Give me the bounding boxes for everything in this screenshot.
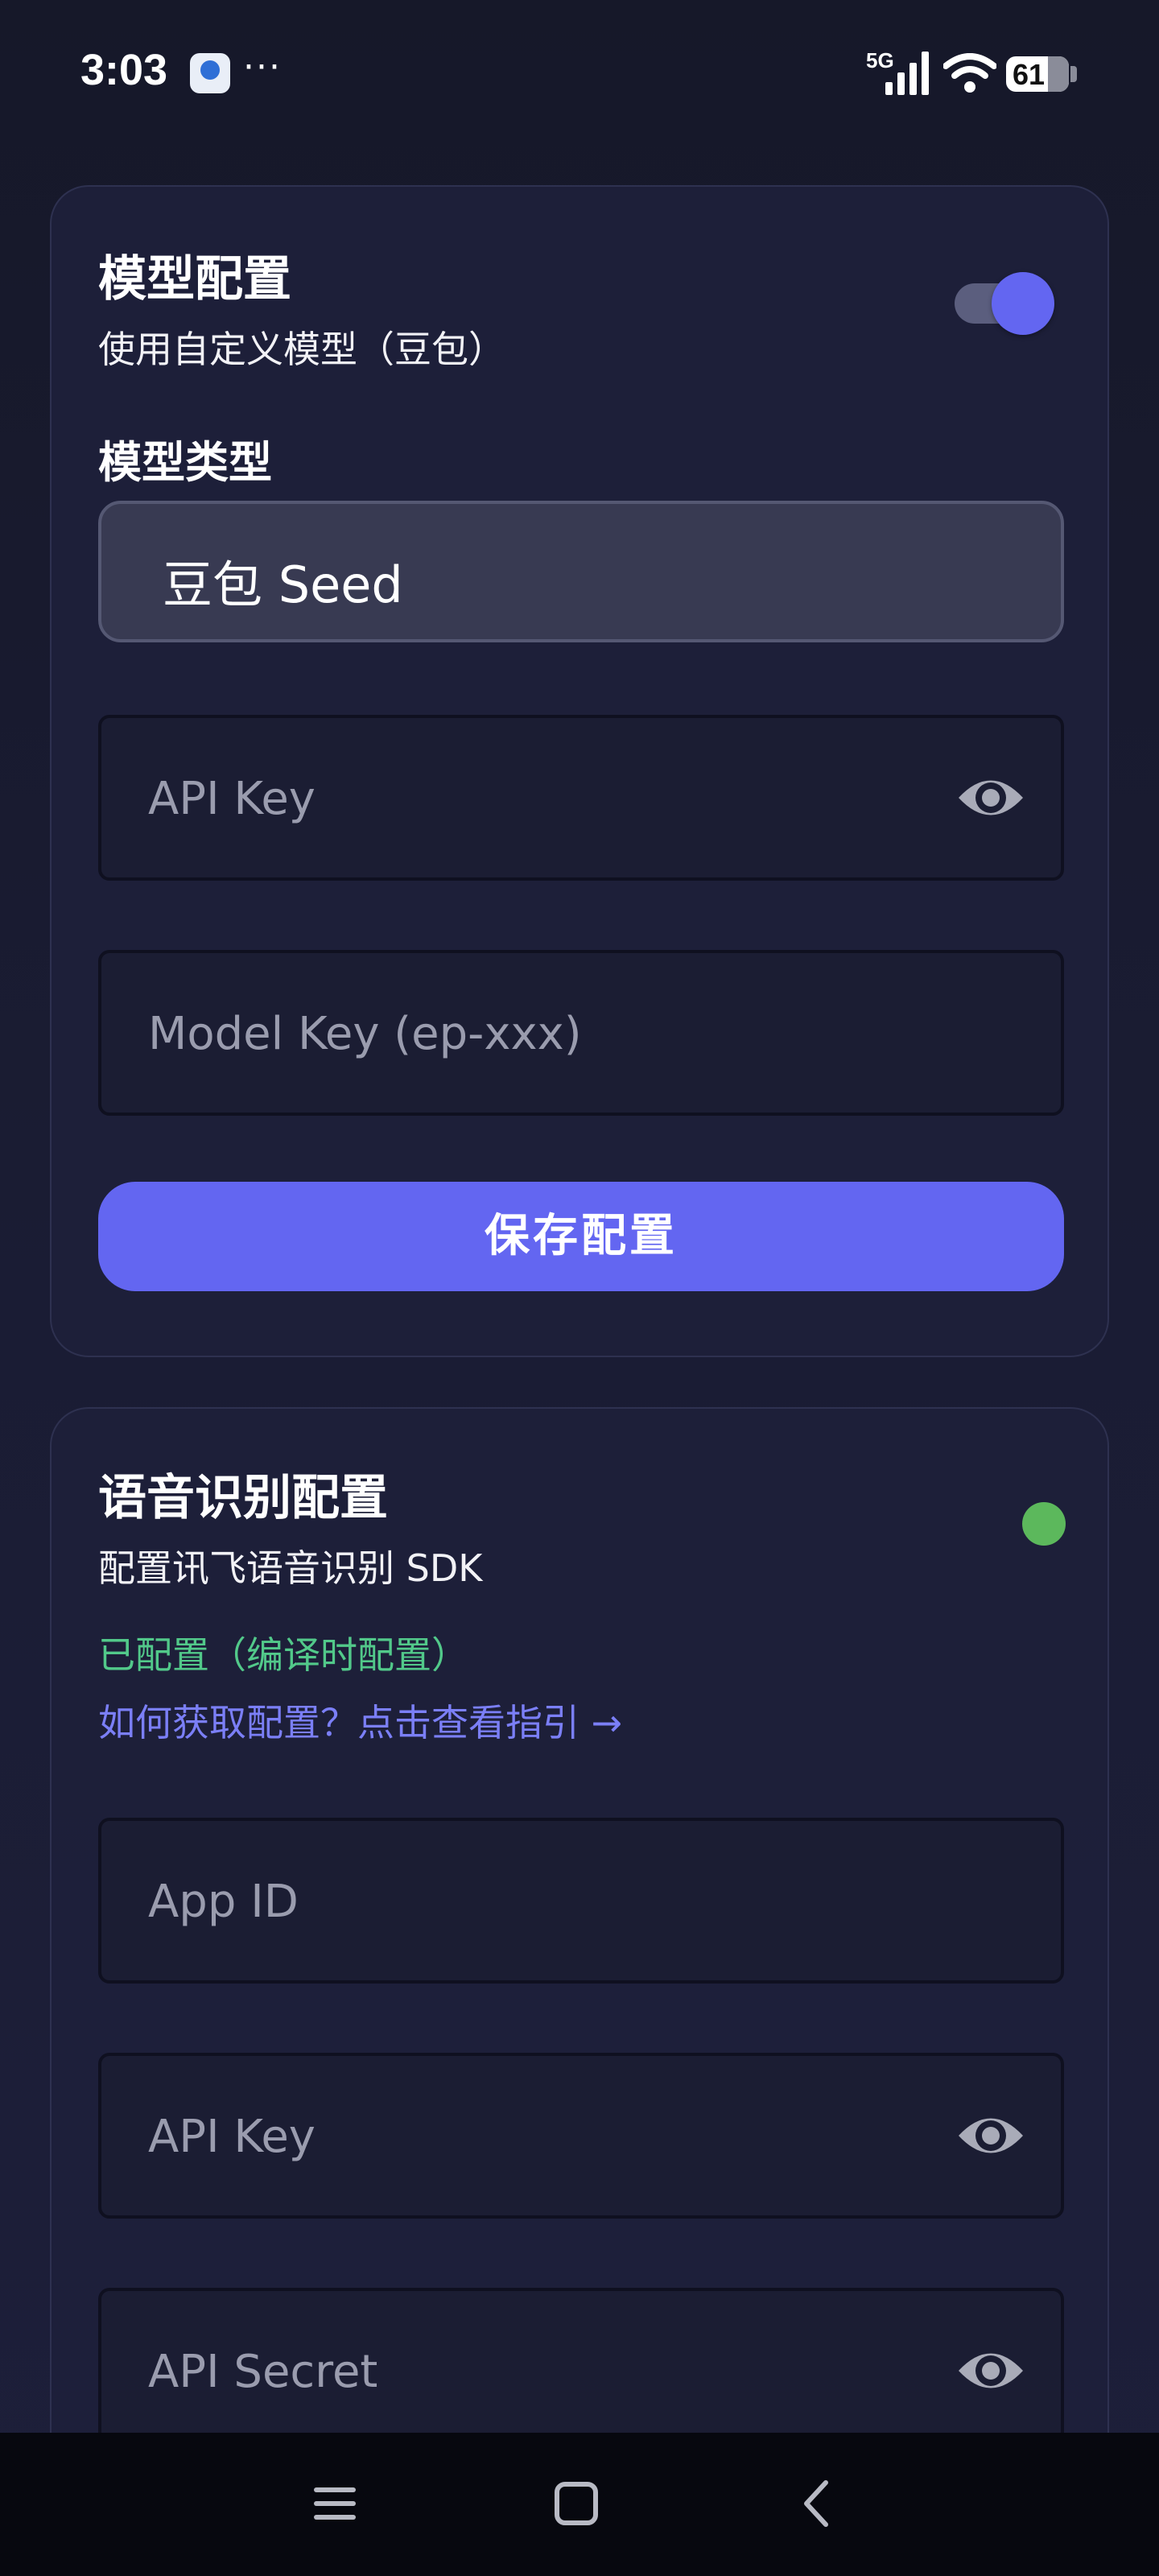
back-icon[interactable] [789,2475,847,2533]
battery-tip [1070,66,1077,82]
status-time: 3:03 [80,46,168,94]
app-icon [190,53,230,93]
speech-config-title: 语音识别配置 [98,1470,388,1526]
model-api-key-field[interactable] [98,715,1064,881]
configured-status-text: 已配置（编译时配置） [98,1633,468,1677]
app-id-field[interactable] [98,1818,1064,1984]
model-config-title: 模型配置 [98,251,291,308]
system-nav-bar [0,2433,1159,2576]
eye-icon[interactable] [956,771,1025,824]
model-type-value: 豆包 Seed [163,555,403,614]
model-key-input[interactable] [146,953,938,1114]
menu-icon[interactable] [306,2475,364,2533]
signal-icon [885,52,929,95]
status-bar: 3:03 ··· 5G 61 [0,0,1159,145]
config-guide-link[interactable]: 如何获取配置？点击查看指引 → [98,1694,622,1747]
eye-icon[interactable] [956,2109,1025,2162]
battery-empty-part [1048,56,1069,92]
app-id-input[interactable] [146,1821,938,1982]
configured-status-dot [1022,1502,1066,1546]
model-key-field[interactable] [98,950,1064,1116]
custom-model-toggle[interactable] [955,272,1054,335]
model-config-card: 模型配置 使用自定义模型（豆包） 模型类型 豆包 Seed 保存配置 [50,185,1109,1357]
model-config-subtitle: 使用自定义模型（豆包） [98,328,505,371]
speech-api-key-input[interactable] [146,2056,938,2217]
battery-icon: 61 [1006,56,1069,92]
model-api-key-input[interactable] [146,718,938,879]
battery-level: 61 [1013,58,1046,91]
eye-icon[interactable] [956,2344,1025,2397]
more-notifications-icon: ··· [243,47,282,88]
speech-config-card: 语音识别配置 配置讯飞语音识别 SDK 已配置（编译时配置） 如何获取配置？点击… [50,1407,1109,2576]
model-type-label: 模型类型 [98,437,272,488]
wifi-icon [943,53,996,93]
api-secret-input[interactable] [146,2291,938,2452]
screen: 3:03 ··· 5G 61 模型配置 使用自定义模型（豆包） 模型类型 豆包 … [0,0,1159,2576]
save-config-button[interactable]: 保存配置 [98,1182,1064,1291]
toggle-thumb [992,272,1054,335]
api-secret-field[interactable] [98,2288,1064,2454]
speech-config-subtitle: 配置讯飞语音识别 SDK [98,1546,483,1590]
model-type-select[interactable]: 豆包 Seed [98,501,1064,642]
home-icon[interactable] [547,2475,605,2533]
speech-api-key-field[interactable] [98,2053,1064,2219]
